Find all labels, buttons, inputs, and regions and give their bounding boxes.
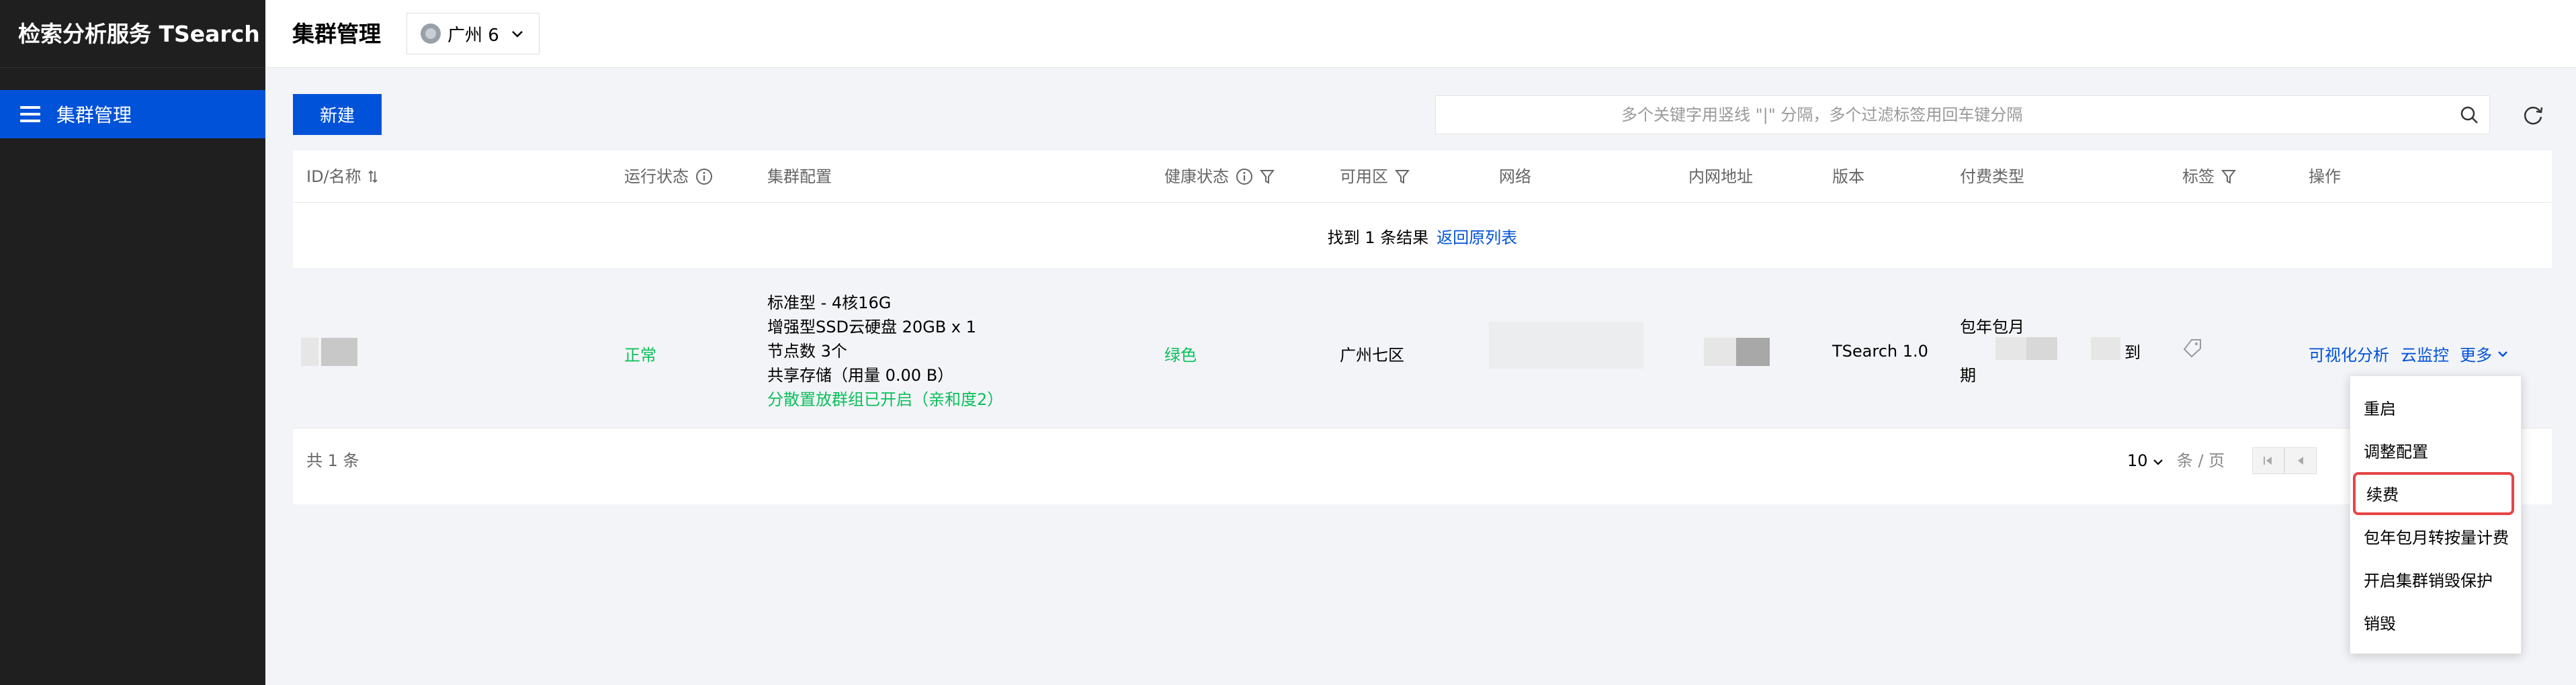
app-title: 检索分析服务 TSearch: [0, 0, 265, 68]
config-placement-note: 分散置放群组已开启（亲和度2）: [767, 390, 1004, 409]
page-size-select[interactable]: 10 条 / 页: [2127, 428, 2225, 493]
back-to-list-link[interactable]: 返回原列表: [1436, 224, 1517, 248]
search-box: [1435, 95, 2490, 134]
total-count: 共 1 条: [306, 451, 359, 470]
menu-item-renew[interactable]: 续费: [2353, 472, 2514, 515]
config-storage: 共享存储（用量 0.00 B）: [767, 366, 954, 385]
filter-icon[interactable]: [1260, 169, 1275, 185]
table-footer: 共 1 条 10 条 / 页: [293, 428, 2552, 504]
redacted-ip: [1736, 338, 1770, 366]
version-value: TSearch 1.0: [1832, 342, 1928, 361]
page-header: 集群管理 广州 6: [265, 0, 2576, 68]
table-header: ID/名称 运行状态 集群配置 健康状态 可用区 网络 内网地址 版本 付费类型…: [293, 150, 2552, 203]
info-icon[interactable]: [1236, 168, 1253, 185]
sort-icon[interactable]: [368, 169, 378, 184]
redacted-id[interactable]: [321, 338, 357, 366]
search-icon[interactable]: [2449, 95, 2489, 134]
redacted-ip: [1704, 338, 1736, 366]
redacted-id: [301, 338, 318, 366]
config-spec: 标准型 - 4核16G: [767, 293, 892, 312]
config-disk: 增强型SSD云硬盘 20GB x 1: [767, 318, 976, 336]
chevron-down-icon: [511, 26, 523, 42]
search-input[interactable]: [1436, 96, 2449, 134]
cluster-table: ID/名称 运行状态 集群配置 健康状态 可用区 网络 内网地址 版本 付费类型…: [293, 150, 2552, 504]
region-label: 广州 6: [447, 25, 499, 46]
result-count: 找到 1 条结果: [1327, 228, 1429, 247]
column-private-ip: 内网地址: [1688, 167, 1753, 186]
tag-icon[interactable]: [2182, 338, 2202, 362]
column-config: 集群配置: [767, 167, 832, 186]
column-zone: 可用区: [1340, 150, 1410, 203]
column-network: 网络: [1499, 167, 1531, 186]
refresh-icon[interactable]: [2521, 103, 2545, 127]
redacted-date: [2026, 337, 2057, 360]
filter-icon[interactable]: [2221, 169, 2236, 185]
redacted-date: [2091, 337, 2120, 360]
column-tags: 标签: [2182, 150, 2236, 203]
visual-analysis-link[interactable]: 可视化分析: [2309, 342, 2389, 365]
filter-icon[interactable]: [1395, 169, 1410, 185]
chevron-down-icon: [2497, 350, 2508, 358]
status-badge: 正常: [624, 346, 656, 365]
column-actions: 操作: [2309, 167, 2341, 186]
region-select[interactable]: 广州 6: [406, 13, 540, 54]
menu-icon: [20, 106, 40, 122]
search-result-notice: 找到 1 条结果 返回原列表: [293, 203, 2552, 268]
column-health: 健康状态: [1164, 150, 1275, 203]
info-icon[interactable]: [695, 168, 713, 185]
redacted-network: [1489, 322, 1643, 369]
sidebar-item-cluster-management[interactable]: 集群管理: [0, 90, 265, 138]
prev-page-icon[interactable]: [2284, 447, 2317, 474]
health-status: 绿色: [1164, 346, 1197, 365]
billing-period-suffix: 期: [1960, 366, 1976, 385]
globe-icon: [421, 24, 441, 44]
column-id-name[interactable]: ID/名称: [306, 150, 378, 203]
billing-type: 包年包月: [1960, 318, 2024, 336]
billing-expire-suffix: 到: [2124, 343, 2141, 362]
menu-item-switch-billing[interactable]: 包年包月转按量计费: [2364, 527, 2509, 549]
table-row: 正常 标准型 - 4核16G 增强型SSD云硬盘 20GB x 1 节点数 3个…: [293, 268, 2552, 428]
menu-item-destroy[interactable]: 销毁: [2364, 612, 2396, 635]
sidebar-item-label: 集群管理: [56, 104, 132, 126]
column-status: 运行状态: [624, 150, 713, 203]
more-actions-menu: 重启 调整配置 续费 包年包月转按量计费 开启集群销毁保护 销毁: [2350, 375, 2522, 654]
new-cluster-button[interactable]: 新建: [293, 94, 382, 135]
menu-item-adjust-config[interactable]: 调整配置: [2364, 441, 2428, 463]
menu-item-restart[interactable]: 重启: [2364, 398, 2396, 420]
zone-value: 广州七区: [1340, 346, 1404, 365]
redacted-date: [1995, 337, 2026, 360]
more-actions-button[interactable]: 更多: [2460, 342, 2508, 365]
column-version: 版本: [1832, 167, 1864, 186]
menu-item-destroy-protection[interactable]: 开启集群销毁保护: [2364, 569, 2493, 592]
page-title: 集群管理: [292, 21, 381, 47]
chevron-down-icon: [2153, 459, 2163, 465]
column-billing: 付费类型: [1960, 167, 2024, 186]
config-nodes: 节点数 3个: [767, 342, 847, 361]
first-page-icon[interactable]: [2252, 447, 2284, 474]
cloud-monitor-link[interactable]: 云监控: [2401, 342, 2449, 365]
sidebar: 检索分析服务 TSearch 集群管理: [0, 0, 265, 685]
